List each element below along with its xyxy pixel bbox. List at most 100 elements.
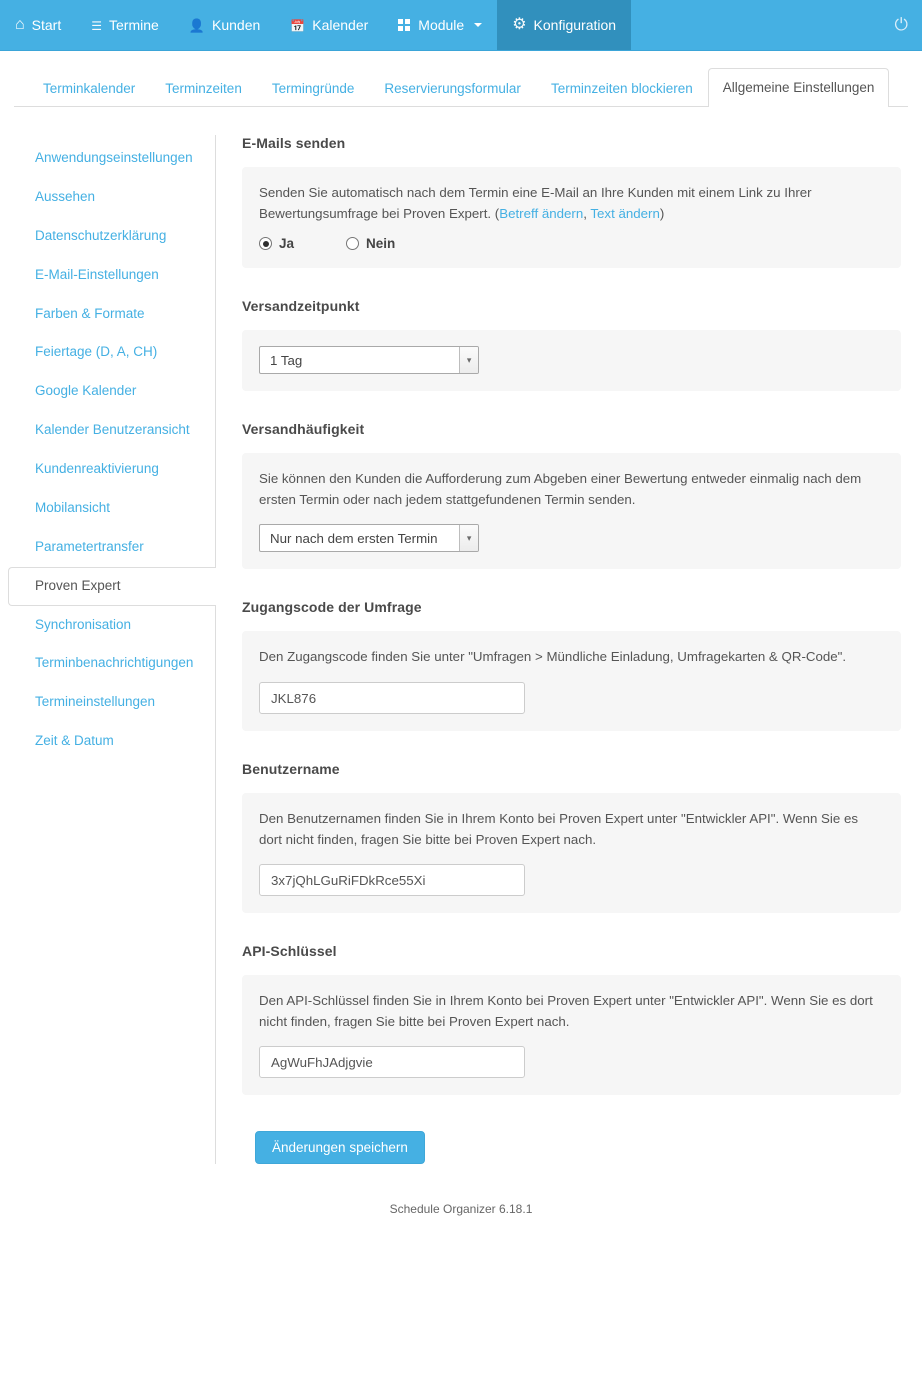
tab-allgemeine-einstellungen[interactable]: Allgemeine Einstellungen (707, 68, 890, 107)
gears-icon (512, 17, 526, 33)
sidebar-item-aussehen[interactable]: Aussehen (14, 178, 215, 217)
content-area: Anwendungseinstellungen Aussehen Datensc… (0, 107, 922, 1165)
list-icon (91, 18, 102, 32)
link-betreff-aendern[interactable]: Betreff ändern (499, 206, 583, 221)
power-icon (895, 15, 908, 35)
tab-strip-container: Terminkalender Terminzeiten Termingründe… (0, 51, 922, 107)
sidebar-item-zeit-datum[interactable]: Zeit & Datum (14, 722, 215, 761)
frequency-panel: Sie können den Kunden die Aufforderung z… (242, 453, 901, 570)
save-changes-button[interactable]: Änderungen speichern (255, 1131, 425, 1165)
nav-item-termine[interactable]: Termine (76, 0, 174, 50)
sidebar-item-label: Terminbenachrichtigungen (35, 655, 194, 671)
sidebar-item-label: Datenschutzerklärung (35, 227, 167, 243)
frequency-description: Sie können den Kunden die Aufforderung z… (259, 471, 862, 507)
sidebar-item-terminbenachrichtigungen[interactable]: Terminbenachrichtigungen (14, 644, 215, 683)
sidebar-item-label: Google Kalender (35, 383, 137, 399)
section-zugangscode: Zugangscode der Umfrage Den Zugangscode … (242, 599, 901, 732)
sidebar-item-synchronisation[interactable]: Synchronisation (14, 606, 215, 645)
section-title: Zugangscode der Umfrage (242, 599, 422, 616)
sidebar-item-label: E-Mail-Einstellungen (35, 266, 159, 282)
settings-main: E-Mails senden Senden Sie automatisch na… (216, 135, 908, 1165)
sidebar-item-label: Parametertransfer (35, 538, 144, 554)
section-title: Benutzername (242, 761, 340, 778)
nav-item-start[interactable]: Start (0, 0, 76, 50)
username-input[interactable] (259, 864, 525, 897)
section-title: Versandhäufigkeit (242, 421, 365, 438)
tab-termingruende[interactable]: Termingründe (257, 70, 370, 107)
nav-item-kunden[interactable]: Kunden (174, 0, 275, 50)
sidebar-item-label: Kalender Benutzeransicht (35, 422, 190, 438)
send-time-select[interactable]: 1 Tag ▾ (259, 346, 479, 375)
radio-indicator (259, 237, 272, 251)
tab-terminzeiten[interactable]: Terminzeiten (150, 70, 257, 107)
sidebar-item-kalender-benutzeransicht[interactable]: Kalender Benutzeransicht (14, 411, 215, 450)
emails-description-tail: ) (659, 205, 665, 221)
sidebar-item-datenschutzerklaerung[interactable]: Datenschutzerklärung (14, 217, 215, 256)
sidebar-item-label: Aussehen (35, 188, 96, 204)
sidebar-item-proven-expert[interactable]: Proven Expert (8, 566, 216, 606)
link-text-aendern[interactable]: Text ändern (590, 206, 659, 221)
chevron-down-icon (474, 23, 483, 27)
sidebar-item-termineinstellungen[interactable]: Termineinstellungen (14, 683, 215, 722)
sidebar-item-farben-formate[interactable]: Farben & Formate (14, 295, 215, 334)
username-description: Den Benutzernamen finden Sie in Ihrem Ko… (259, 811, 859, 847)
top-navbar: Start Termine Kunden Kalender Module Kon… (0, 0, 922, 51)
sidebar-item-label: Termineinstellungen (35, 694, 156, 710)
sidebar-item-anwendungseinstellungen[interactable]: Anwendungseinstellungen (14, 139, 215, 178)
chevron-down-icon: ▾ (459, 525, 478, 552)
tab-terminzeiten-blockieren[interactable]: Terminzeiten blockieren (536, 70, 708, 107)
emails-radio-group: Ja Nein (259, 236, 884, 251)
sidebar-item-google-kalender[interactable]: Google Kalender (14, 372, 215, 411)
footer-version: Schedule Organizer 6.18.1 (389, 1202, 533, 1217)
nav-item-label: Start (31, 17, 62, 33)
nav-item-konfiguration[interactable]: Konfiguration (497, 0, 632, 50)
tab-label: Allgemeine Einstellungen (722, 80, 875, 96)
user-icon (189, 18, 205, 32)
sidebar-item-parametertransfer[interactable]: Parametertransfer (14, 528, 215, 567)
radio-indicator (346, 237, 360, 251)
api-key-input[interactable] (259, 1046, 525, 1079)
tab-label: Terminzeiten (165, 81, 242, 97)
access-code-panel: Den Zugangscode finden Sie unter "Umfrag… (242, 631, 901, 732)
grid-icon (398, 19, 411, 31)
section-emails-senden: E-Mails senden Senden Sie automatisch na… (242, 135, 901, 269)
logout-button[interactable] (895, 0, 908, 50)
section-title: Versandzeitpunkt (242, 298, 360, 315)
radio-option-nein[interactable]: Nein (346, 236, 395, 251)
tab-label: Terminkalender (43, 81, 136, 97)
radio-option-ja[interactable]: Ja (259, 236, 294, 251)
access-code-description: Den Zugangscode finden Sie unter "Umfrag… (259, 649, 847, 665)
nav-item-label: Kunden (212, 17, 261, 33)
radio-label: Ja (279, 236, 295, 252)
section-benutzername: Benutzername Den Benutzernamen finden Si… (242, 761, 901, 914)
sidebar-item-kundenreaktivierung[interactable]: Kundenreaktivierung (14, 450, 215, 489)
frequency-select[interactable]: Nur nach dem ersten Termin ▾ (259, 524, 479, 553)
settings-sidebar: Anwendungseinstellungen Aussehen Datensc… (8, 135, 216, 1165)
nav-item-label: Konfiguration (533, 17, 617, 33)
tab-label: Reservierungsformular (384, 81, 521, 97)
sidebar-item-mobilansicht[interactable]: Mobilansicht (14, 489, 215, 528)
sidebar-item-feiertage[interactable]: Feiertage (D, A, CH) (14, 333, 215, 372)
sidebar-item-label: Mobilansicht (35, 499, 111, 515)
section-api-schluessel: API-Schlüssel Den API-Schlüssel finden S… (242, 943, 901, 1096)
sidebar-item-label: Zeit & Datum (35, 733, 114, 749)
tab-terminkalender[interactable]: Terminkalender (28, 70, 150, 107)
save-button-container: Änderungen speichern (242, 1125, 901, 1165)
sidebar-item-email-einstellungen[interactable]: E-Mail-Einstellungen (14, 256, 215, 295)
nav-item-kalender[interactable]: Kalender (275, 0, 383, 50)
emails-panel: Senden Sie automatisch nach dem Termin e… (242, 167, 901, 269)
username-panel: Den Benutzernamen finden Sie in Ihrem Ko… (242, 793, 901, 914)
tab-label: Terminzeiten blockieren (550, 81, 693, 97)
section-title: E-Mails senden (242, 135, 346, 151)
section-title: API-Schlüssel (242, 943, 337, 960)
nav-item-label: Termine (109, 17, 159, 33)
section-versandzeitpunkt: Versandzeitpunkt 1 Tag ▾ (242, 298, 901, 392)
access-code-input[interactable] (259, 682, 525, 715)
tab-reservierungsformular[interactable]: Reservierungsformular (369, 70, 536, 107)
tab-strip: Terminkalender Terminzeiten Termingründe… (14, 68, 908, 107)
section-versandhaeufigkeit: Versandhäufigkeit Sie können den Kunden … (242, 421, 901, 570)
nav-item-module[interactable]: Module (383, 0, 497, 50)
api-key-panel: Den API-Schlüssel finden Sie in Ihrem Ko… (242, 975, 901, 1096)
tab-label: Termingründe (271, 81, 355, 97)
send-time-panel: 1 Tag ▾ (242, 330, 901, 392)
